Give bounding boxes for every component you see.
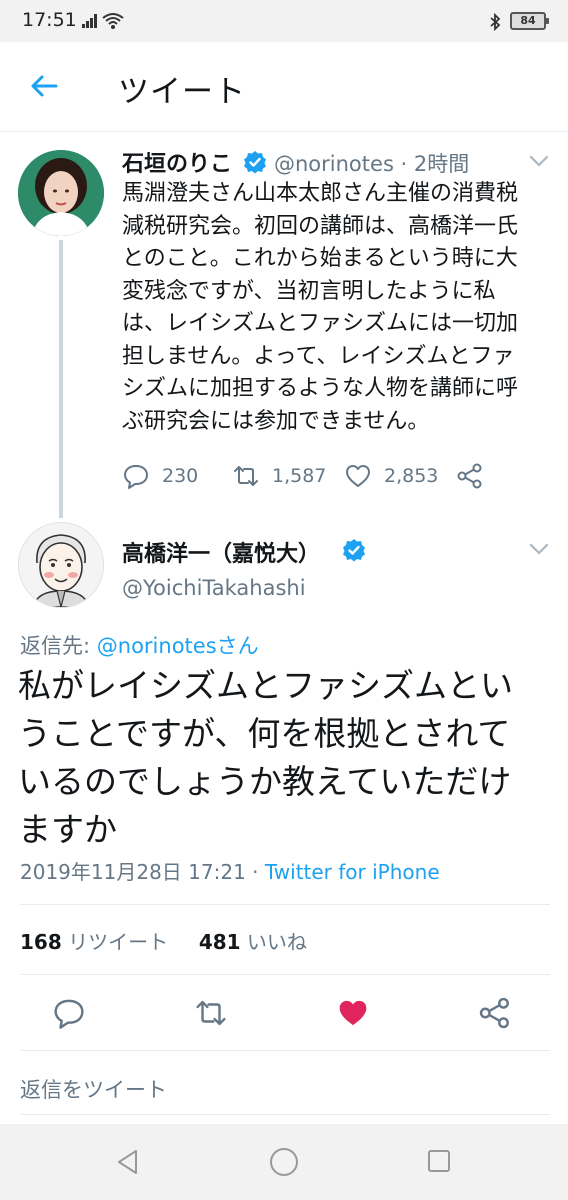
like-button[interactable]: 2,853 (344, 458, 438, 494)
tweet1-line: は、レイシズムとファシズムには一切加 (122, 311, 519, 336)
back-arrow-icon[interactable] (28, 70, 60, 102)
wifi-icon (102, 13, 124, 29)
tweet2-author-name[interactable]: 高橋洋一（嘉悦大） (122, 536, 320, 568)
retweet-icon (234, 466, 258, 486)
status-time: 17:51 (22, 9, 77, 31)
tweet1-body: 馬淵澄夫さん山本太郎さん主催の消費税 減税研究会。初回の講師は、高橋洋一氏 との… (122, 178, 552, 438)
divider (20, 1114, 550, 1115)
tweet1-line: 減税研究会。初回の講師は、高橋洋一氏 (122, 213, 519, 239)
tweet2-actions (0, 990, 568, 1036)
divider (20, 1050, 550, 1051)
retweet-count: 1,587 (272, 465, 327, 487)
bluetooth-icon (490, 13, 501, 31)
tweet1-line: シズムに加担するような人物を講師に呼 (122, 376, 519, 401)
chevron-down-icon[interactable] (528, 154, 550, 168)
tweet2-text: 私がレイシズムとファシズムとい うことですが、何を根拠とされて いるのでしょうか… (18, 662, 558, 854)
reply-to-prefix: 返信先: (20, 634, 97, 658)
heart-icon (346, 465, 370, 487)
verified-badge-icon (244, 151, 266, 174)
reply-button[interactable]: 230 (122, 458, 198, 494)
retweet-stat-count: 168 (20, 930, 62, 954)
nav-back-icon[interactable] (114, 1148, 142, 1176)
avatar-portrait-woman (18, 150, 104, 236)
page-title: ツイート (118, 74, 246, 110)
tweet1-actions: 230 1,587 2,853 (122, 458, 552, 494)
tweet1-line: ぶ研究会には参加できません。 (122, 408, 430, 434)
signal-icon (82, 14, 97, 28)
status-bar: 17:51 84 (0, 0, 568, 42)
divider (20, 974, 550, 975)
system-nav-bar (0, 1124, 568, 1200)
share-button[interactable] (456, 458, 484, 494)
tweet1-line: 変残念ですが、当初言明したように私 (122, 278, 496, 304)
tweet1-line: 担しません。よって、レイシズムとファ (122, 343, 515, 369)
timestamp-text: 2019年11月28日 17:21 · (20, 860, 265, 884)
retweet-stat[interactable]: 168 リツイート (20, 930, 168, 954)
tweet2-line: 私がレイシズムとファシズムとい (18, 666, 513, 705)
avatar[interactable] (18, 150, 104, 236)
divider (20, 904, 550, 905)
like-stat[interactable]: 481 いいね (199, 930, 307, 954)
reply-icon[interactable] (52, 996, 86, 1030)
tweet2-line: いるのでしょうか教えていただけ (18, 762, 512, 801)
battery-icon: 84 (510, 12, 549, 30)
tweet2-handle[interactable]: @YoichiTakahashi (122, 576, 306, 600)
tweet1-line: とのこと。これから始まるという時に大 (122, 246, 518, 271)
tweet2-line: ますか (18, 810, 117, 849)
nav-home-icon[interactable] (268, 1146, 300, 1178)
tweet-source-link[interactable]: Twitter for iPhone (265, 860, 440, 884)
like-stat-label: いいね (240, 930, 307, 954)
tweet1-handle[interactable]: @norinotes · 2時間 (274, 148, 469, 178)
verified-badge-icon (343, 539, 365, 562)
avatar-caricature-man (19, 523, 103, 607)
like-count: 2,853 (384, 465, 439, 487)
chevron-down-icon[interactable] (528, 542, 550, 556)
tweet-stats: 168 リツイート 481 いいね (20, 926, 307, 955)
reply-count: 230 (162, 465, 199, 487)
tweet1-author-name[interactable]: 石垣のりこ (122, 146, 232, 178)
retweet-stat-label: リツイート (61, 930, 169, 954)
retweet-button[interactable]: 1,587 (232, 458, 326, 494)
nav-recents-icon[interactable] (426, 1148, 452, 1174)
tweet2-line: うことですが、何を根拠とされて (18, 714, 511, 753)
reply-icon (124, 465, 148, 489)
header: ツイート (0, 42, 568, 132)
share-icon (457, 463, 482, 489)
heart-filled-icon[interactable] (336, 996, 370, 1030)
tweet1-line: 馬淵澄夫さん山本太郎さん主催の消費税 (122, 181, 519, 206)
retweet-icon[interactable] (194, 996, 228, 1030)
reply-to-mention[interactable]: @norinotesさん (97, 634, 259, 658)
thread-line (59, 240, 63, 518)
reply-compose-input[interactable]: 返信をツイート (20, 1074, 167, 1104)
like-stat-count: 481 (198, 930, 241, 954)
avatar[interactable] (18, 522, 104, 608)
share-icon[interactable] (478, 996, 512, 1030)
reply-to-line: 返信先: @norinotesさん (20, 630, 259, 660)
tweet-timestamp: 2019年11月28日 17:21 · Twitter for iPhone (20, 856, 440, 885)
